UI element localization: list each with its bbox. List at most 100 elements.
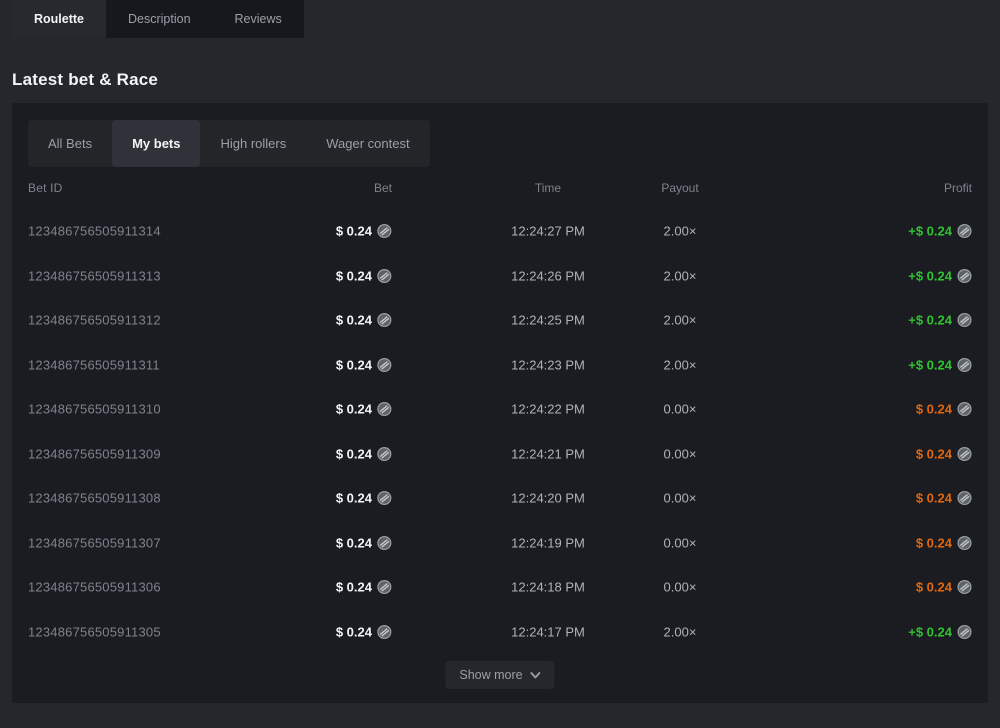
bet-id-cell: 123486756505911310 [28, 402, 161, 417]
bet-time-cell: 12:24:20 PM [511, 491, 585, 506]
coin-icon [377, 224, 392, 239]
table-row: 123486756505911309 $ 0.24 12:24:21 PM 0.… [12, 432, 988, 477]
bet-payout-cell: 2.00× [664, 268, 697, 283]
bet-payout-cell: 0.00× [664, 535, 697, 550]
bet-id-cell: 123486756505911313 [28, 268, 161, 283]
bet-time-cell: 12:24:19 PM [511, 535, 585, 550]
header-bet-id: Bet ID [28, 181, 63, 195]
table-row: 123486756505911305 $ 0.24 12:24:17 PM 2.… [12, 610, 988, 655]
game-tabs: Roulette Description Reviews [12, 0, 304, 38]
coin-icon [377, 580, 392, 595]
coin-icon [957, 268, 972, 283]
bet-id-cell: 123486756505911312 [28, 313, 161, 328]
bet-amount-cell: $ 0.24 [336, 224, 392, 239]
bet-profit-cell: +$ 0.24 [908, 357, 972, 372]
bet-payout-cell: 2.00× [664, 357, 697, 372]
bet-amount-cell: $ 0.24 [336, 580, 392, 595]
subtab-wager-contest[interactable]: Wager contest [306, 120, 429, 167]
table-row: 123486756505911312 $ 0.24 12:24:25 PM 2.… [12, 298, 988, 343]
bet-time-cell: 12:24:27 PM [511, 224, 585, 239]
bet-id-cell: 123486756505911305 [28, 624, 161, 639]
bets-panel: All Bets My bets High rollers Wager cont… [12, 103, 988, 703]
bet-payout-cell: 0.00× [664, 446, 697, 461]
bet-amount-cell: $ 0.24 [336, 446, 392, 461]
bet-profit-cell: $ 0.24 [916, 580, 972, 595]
coin-icon [377, 535, 392, 550]
bet-id-cell: 123486756505911314 [28, 224, 161, 239]
bet-time-cell: 12:24:17 PM [511, 624, 585, 639]
bet-payout-cell: 2.00× [664, 313, 697, 328]
bet-profit-cell: $ 0.24 [916, 491, 972, 506]
header-time: Time [535, 181, 561, 195]
header-profit: Profit [944, 181, 972, 195]
subtab-my-bets[interactable]: My bets [112, 120, 200, 167]
coin-icon [957, 624, 972, 639]
coin-icon [377, 402, 392, 417]
bet-profit-cell: $ 0.24 [916, 446, 972, 461]
coin-icon [377, 313, 392, 328]
bet-amount-cell: $ 0.24 [336, 402, 392, 417]
bet-id-cell: 123486756505911307 [28, 535, 161, 550]
bet-time-cell: 12:24:25 PM [511, 313, 585, 328]
bet-payout-cell: 0.00× [664, 402, 697, 417]
bet-id-cell: 123486756505911309 [28, 446, 161, 461]
bet-payout-cell: 0.00× [664, 491, 697, 506]
table-header: Bet ID Bet Time Payout Profit [12, 167, 988, 209]
page-title: Latest bet & Race [12, 70, 158, 90]
subtab-high-rollers[interactable]: High rollers [200, 120, 306, 167]
table-row: 123486756505911308 $ 0.24 12:24:20 PM 0.… [12, 476, 988, 521]
table-row: 123486756505911310 $ 0.24 12:24:22 PM 0.… [12, 387, 988, 432]
bet-time-cell: 12:24:21 PM [511, 446, 585, 461]
table-rows: 123486756505911314 $ 0.24 12:24:27 PM 2.… [12, 209, 988, 654]
table-row: 123486756505911307 $ 0.24 12:24:19 PM 0.… [12, 521, 988, 566]
bet-time-cell: 12:24:22 PM [511, 402, 585, 417]
bet-id-cell: 123486756505911311 [28, 357, 160, 372]
bet-profit-cell: +$ 0.24 [908, 624, 972, 639]
coin-icon [957, 224, 972, 239]
tab-roulette[interactable]: Roulette [12, 0, 106, 38]
coin-icon [957, 446, 972, 461]
coin-icon [377, 491, 392, 506]
show-more-label: Show more [459, 668, 522, 682]
coin-icon [957, 491, 972, 506]
bet-amount-cell: $ 0.24 [336, 624, 392, 639]
bet-amount-cell: $ 0.24 [336, 535, 392, 550]
bet-payout-cell: 0.00× [664, 580, 697, 595]
bet-amount-cell: $ 0.24 [336, 268, 392, 283]
coin-icon [957, 357, 972, 372]
coin-icon [377, 268, 392, 283]
show-more-button[interactable]: Show more [445, 661, 554, 689]
bet-amount-cell: $ 0.24 [336, 357, 392, 372]
bet-time-cell: 12:24:23 PM [511, 357, 585, 372]
bet-time-cell: 12:24:26 PM [511, 268, 585, 283]
coin-icon [957, 580, 972, 595]
bet-id-cell: 123486756505911308 [28, 491, 161, 506]
bet-amount-cell: $ 0.24 [336, 313, 392, 328]
coin-icon [377, 624, 392, 639]
bet-id-cell: 123486756505911306 [28, 580, 161, 595]
bet-profit-cell: $ 0.24 [916, 535, 972, 550]
coin-icon [377, 357, 392, 372]
bet-payout-cell: 2.00× [664, 624, 697, 639]
chevron-down-icon [531, 672, 541, 679]
coin-icon [377, 446, 392, 461]
bet-profit-cell: +$ 0.24 [908, 313, 972, 328]
bet-profit-cell: $ 0.24 [916, 402, 972, 417]
subtab-all-bets[interactable]: All Bets [28, 120, 112, 167]
coin-icon [957, 402, 972, 417]
tab-description[interactable]: Description [106, 0, 213, 38]
bet-profit-cell: +$ 0.24 [908, 268, 972, 283]
table-row: 123486756505911313 $ 0.24 12:24:26 PM 2.… [12, 254, 988, 299]
coin-icon [957, 313, 972, 328]
game-page: { "tabs": { "items": [ { "label": "Roule… [0, 0, 1000, 728]
tab-reviews[interactable]: Reviews [213, 0, 304, 38]
table-row: 123486756505911311 $ 0.24 12:24:23 PM 2.… [12, 343, 988, 388]
header-bet: Bet [374, 181, 392, 195]
bet-filter-tabs: All Bets My bets High rollers Wager cont… [28, 120, 430, 167]
bet-profit-cell: +$ 0.24 [908, 224, 972, 239]
header-payout: Payout [661, 181, 698, 195]
bet-amount-cell: $ 0.24 [336, 491, 392, 506]
table-row: 123486756505911314 $ 0.24 12:24:27 PM 2.… [12, 209, 988, 254]
table-row: 123486756505911306 $ 0.24 12:24:18 PM 0.… [12, 565, 988, 610]
bet-payout-cell: 2.00× [664, 224, 697, 239]
